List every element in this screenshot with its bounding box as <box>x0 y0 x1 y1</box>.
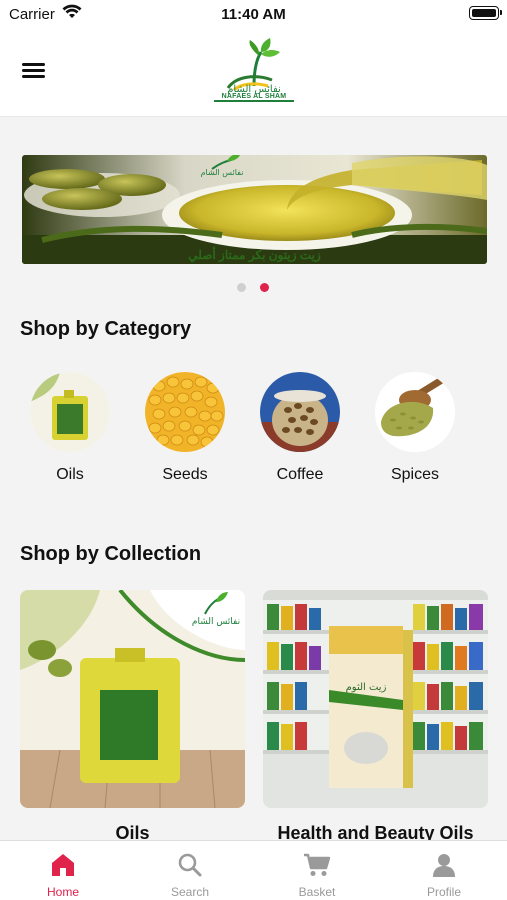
collection-card-health-beauty-oils[interactable]: زيت الثوم <box>263 590 488 808</box>
menu-button[interactable] <box>20 60 50 84</box>
search-icon <box>178 853 202 877</box>
carousel-dot-2[interactable] <box>260 283 269 292</box>
category-label: Coffee <box>276 466 324 483</box>
banner-caption: زيت زيتون بكر ممتاز أصلي <box>188 248 321 262</box>
brand-logo[interactable]: نفائس الشام NAFAES AL SHAM <box>214 38 294 108</box>
category-item-seeds[interactable]: Seeds <box>140 372 230 484</box>
collection-section-title: Shop by Collection <box>20 543 202 565</box>
category-label: Oils <box>56 466 84 483</box>
app-header: نفائس الشام NAFAES AL SHAM <box>0 30 507 117</box>
category-item-coffee[interactable]: Coffee <box>255 372 345 484</box>
svg-text:نفائس الشام: نفائس الشام <box>201 168 244 177</box>
logo-leaf-icon: نفائس الشام <box>226 38 281 95</box>
corn-seeds-image <box>145 372 225 452</box>
category-label: Seeds <box>162 466 208 483</box>
logo-text: NAFAES AL SHAM <box>221 93 287 100</box>
coffee-beans-jar-image <box>260 372 340 452</box>
tab-label: Search <box>170 885 210 899</box>
collection-card-oils[interactable]: نفائس الشام <box>20 590 245 808</box>
carousel-indicator[interactable] <box>237 283 269 292</box>
tab-basket[interactable]: Basket <box>254 841 380 900</box>
olive-oil-tin-image <box>30 372 110 452</box>
tab-profile[interactable]: Profile <box>381 841 507 900</box>
category-item-spices[interactable]: Spices <box>370 372 460 484</box>
profile-icon <box>433 854 455 877</box>
svg-text:نفائس الشام: نفائس الشام <box>192 617 240 627</box>
home-icon <box>52 854 74 876</box>
health-beauty-oil-box-image: زيت الثوم <box>263 590 488 808</box>
cart-icon <box>304 853 331 876</box>
status-bar: Carrier 11:40 AM <box>0 0 507 30</box>
clock: 11:40 AM <box>221 6 286 23</box>
category-section-title: Shop by Category <box>20 318 192 340</box>
carousel-dot-1[interactable] <box>237 283 246 292</box>
promo-banner[interactable]: نفائس الشام زيت زيتون بكر ممتاز أصلي <box>22 155 487 264</box>
tab-label: Home <box>46 885 79 899</box>
svg-text:زيت الثوم: زيت الثوم <box>346 682 387 693</box>
tab-label: Basket <box>298 885 336 899</box>
tab-search[interactable]: Search <box>127 841 253 900</box>
bottom-tab-bar: Home Search Basket Profile <box>0 840 507 900</box>
tab-label: Profile <box>426 885 461 899</box>
battery-icon <box>469 6 502 20</box>
fennel-scoop-image <box>375 372 455 452</box>
category-item-oils[interactable]: Oils <box>25 372 115 484</box>
hamburger-icon <box>22 63 45 66</box>
category-label: Spices <box>390 466 440 483</box>
olive-oil-tin-image: نفائس الشام <box>20 590 245 808</box>
tab-home[interactable]: Home <box>0 841 126 900</box>
